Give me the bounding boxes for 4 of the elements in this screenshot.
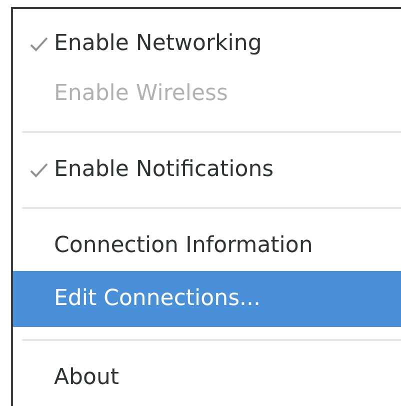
menu-item[interactable]: About	[13, 353, 401, 403]
menu-item[interactable]: Enable Notifications	[13, 145, 401, 195]
menu-item[interactable]: Connection Information	[13, 221, 401, 271]
menu-item[interactable]: Enable Networking	[13, 19, 401, 69]
